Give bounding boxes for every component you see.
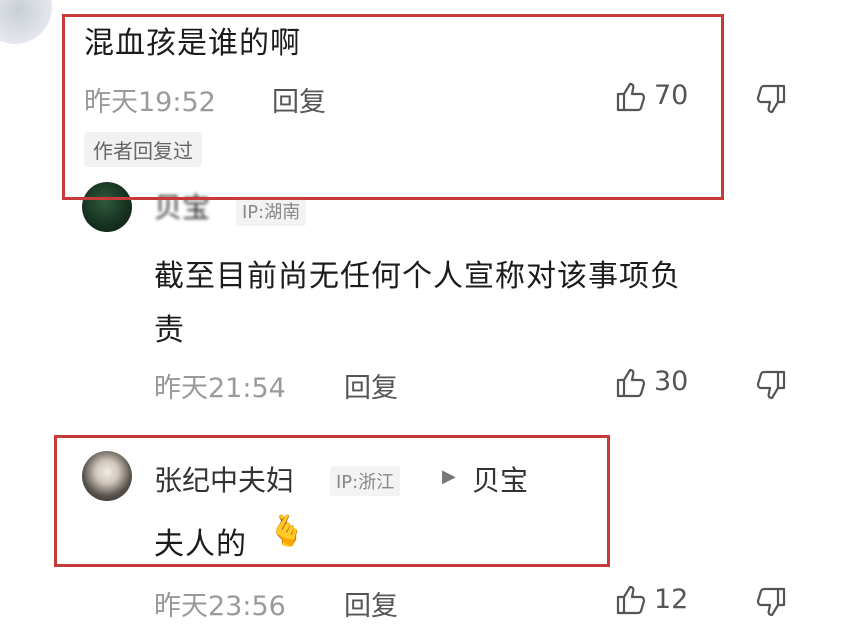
reply-button[interactable]: 回复	[344, 366, 398, 405]
highlight-box	[62, 14, 724, 200]
like-count: 30	[654, 366, 689, 397]
thumbs-up-icon[interactable]	[614, 366, 648, 400]
comment-text-line-2: 责	[154, 313, 185, 348]
highlight-box	[54, 435, 610, 567]
thumbs-up-icon[interactable]	[614, 583, 648, 617]
thumbs-down-icon[interactable]	[754, 82, 788, 116]
reply-button[interactable]: 回复	[344, 584, 398, 623]
thumbs-down-icon[interactable]	[754, 368, 788, 402]
comment-time: 昨天23:56	[154, 591, 286, 622]
thumbs-down-icon[interactable]	[754, 585, 788, 619]
like-count: 12	[654, 584, 689, 615]
ip-location-badge: IP:湖南	[236, 196, 307, 226]
comment-time: 昨天21:54	[154, 373, 286, 404]
previous-avatar	[0, 0, 52, 44]
comment-text-line-1: 截至目前尚无任何个人宣称对该事项负	[154, 259, 681, 294]
